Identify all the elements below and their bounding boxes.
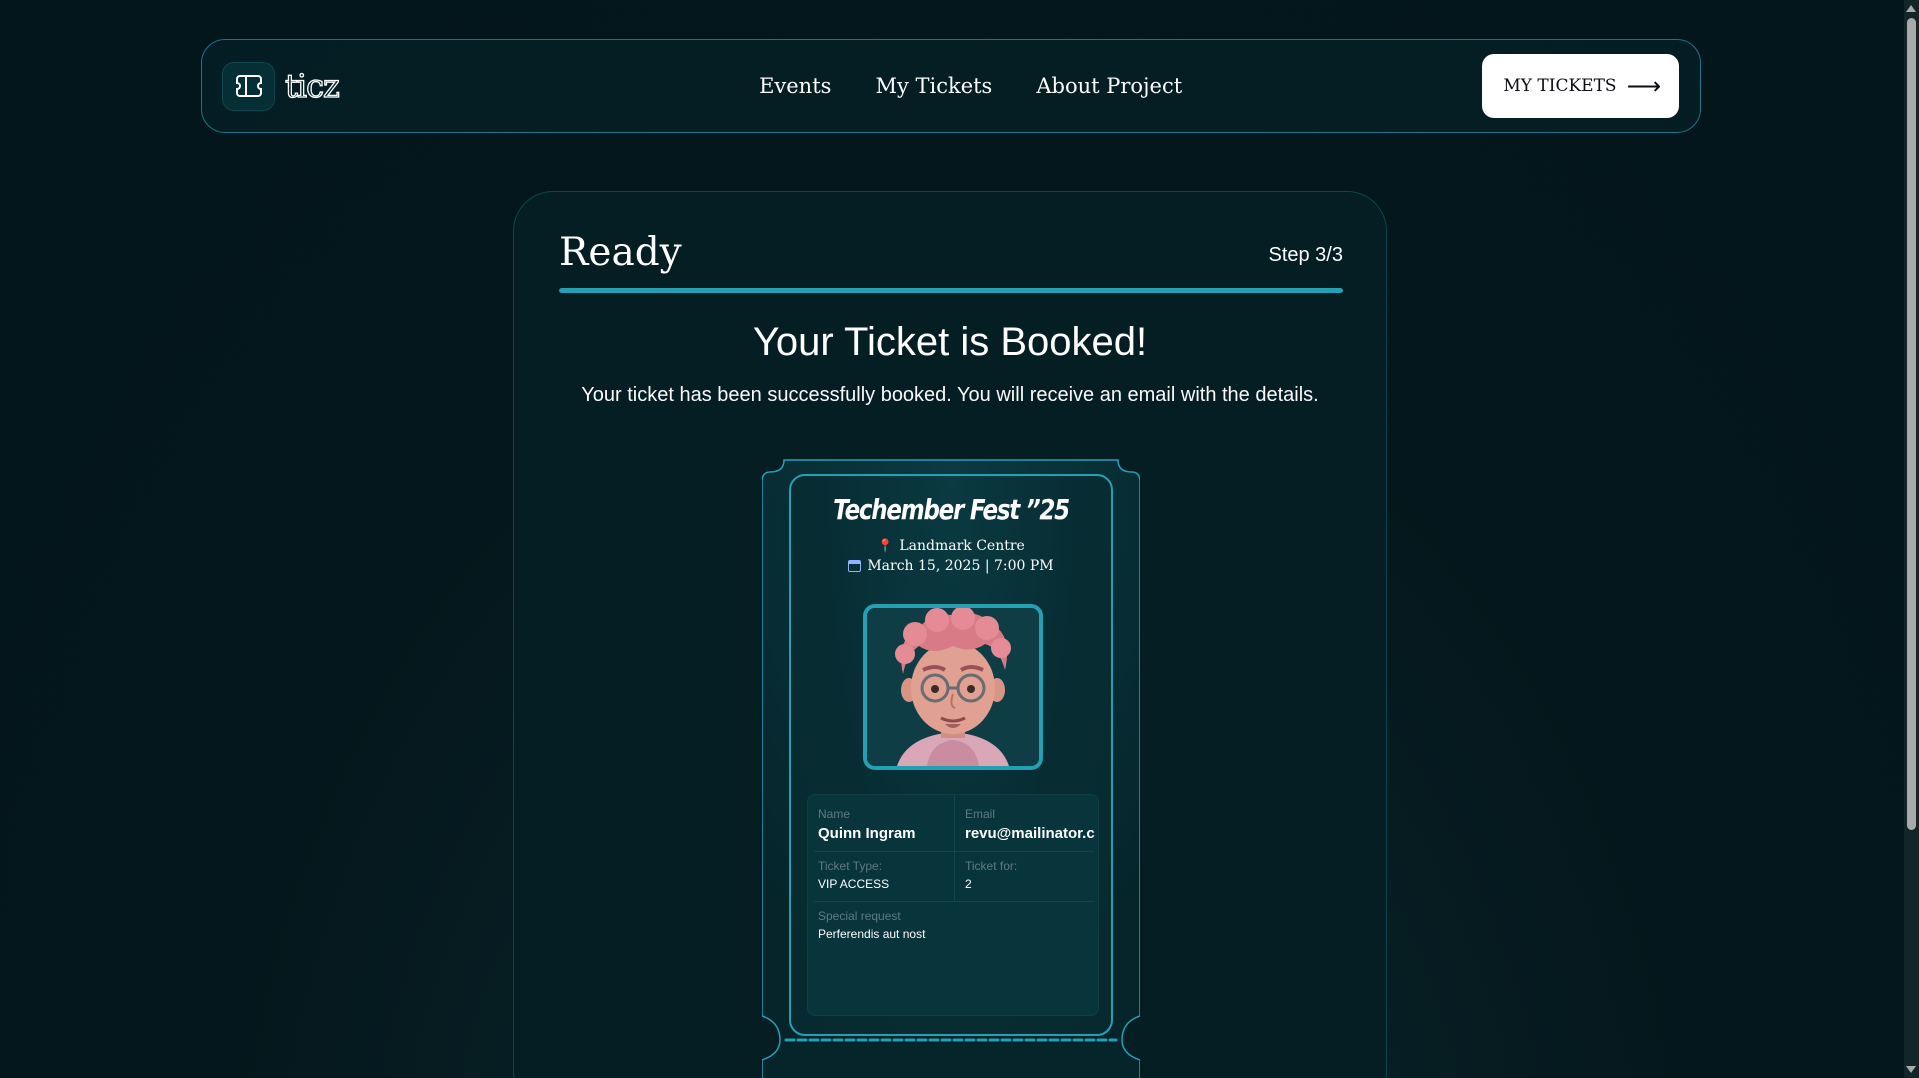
special-request-label: Special request [818,909,901,923]
arrow-right-icon: ⟶ [1626,72,1661,100]
name-value: Quinn Ingram [818,825,916,842]
name-field: Name Quinn Ingram [808,807,954,842]
ticket-type-field: Ticket Type: VIP ACCESS [808,859,954,891]
booking-card: Ready Step 3/3 Your Ticket is Booked! Yo… [513,191,1387,1078]
step-header: Ready Step 3/3 [559,230,1343,275]
step-counter: Step 3/3 [1268,244,1343,266]
confirmation-title: Your Ticket is Booked! [752,320,1148,364]
scrollbar-thumb[interactable] [1907,18,1916,830]
ticket-logo-icon [222,61,275,111]
ticket-for-label: Ticket for: [965,859,1018,873]
progress-bar [559,288,1343,293]
confirmation-subtitle: Your ticket has been successfully booked… [581,384,1319,406]
calendar-icon [848,560,862,572]
details-divider [814,901,1094,902]
nav-events[interactable]: Events [759,74,831,98]
ticket-type-value: VIP ACCESS [818,877,890,891]
page-scrollbar[interactable] [1904,0,1919,1078]
venue-text: Landmark Centre [899,538,1025,554]
special-request-field: Special request Perferendis aut nost [808,909,1088,941]
name-label: Name [818,807,851,821]
nav-my-tickets[interactable]: My Tickets [875,74,992,98]
progress-bar-fill [559,288,1343,293]
ticket-card: Techember Fest ”25 📍 Landmark Centre Mar… [789,474,1113,1036]
logo-text: ticz [284,66,340,105]
email-label: Email [965,807,996,821]
scroll-up-icon[interactable] [1906,5,1916,12]
avatar [863,604,1043,770]
my-tickets-button-label: MY TICKETS [1503,76,1617,96]
details-divider [814,851,1094,852]
logo[interactable]: ticz [222,61,341,111]
scroll-down-icon[interactable] [1906,1066,1916,1073]
email-value: revu@mailinator.com [965,825,1095,842]
my-tickets-button[interactable]: MY TICKETS ⟶ [1482,54,1679,118]
date-text: March 15, 2025 | 7:00 PM [867,558,1054,574]
ticket-for-value: 2 [965,877,972,891]
ticket-for-field: Ticket for: 2 [955,859,1095,891]
top-navbar: ticz Events My Tickets About Project MY … [201,39,1701,133]
nav-about-project[interactable]: About Project [1036,74,1182,98]
event-venue: 📍 Landmark Centre [791,538,1111,554]
event-date: March 15, 2025 | 7:00 PM [791,558,1111,574]
ticket-type-label: Ticket Type: [818,859,883,873]
event-name: Techember Fest ”25 [833,493,1070,526]
email-field: Email revu@mailinator.com [955,807,1095,842]
step-title: Ready [559,230,682,275]
map-pin-icon: 📍 [877,538,894,554]
special-request-value: Perferendis aut nost [818,927,926,941]
main-nav: Events My Tickets About Project [759,74,1182,98]
ticket-details: Name Quinn Ingram Email revu@mailinator.… [807,794,1099,1016]
